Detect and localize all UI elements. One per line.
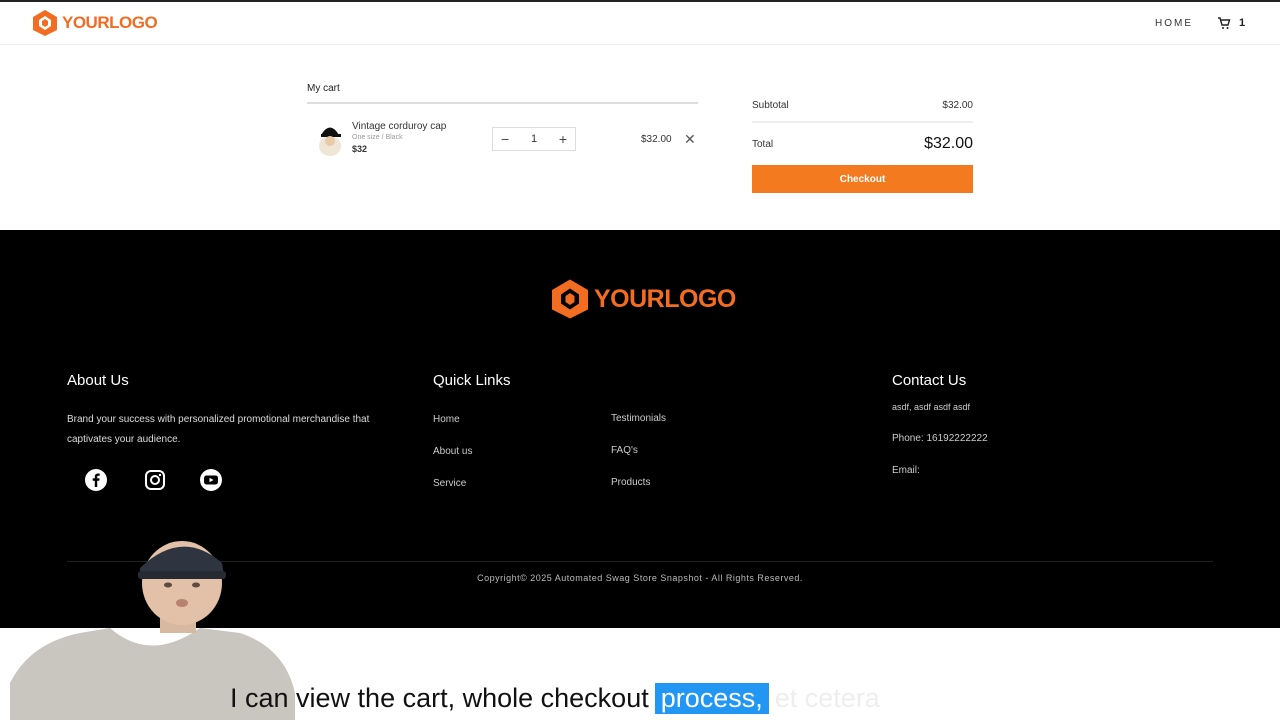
footer-link-home[interactable]: Home <box>433 414 460 425</box>
footer-link-products[interactable]: Products <box>611 477 650 488</box>
cart-item-line-total: $32.00 <box>641 134 672 145</box>
total-row: Total $32.00 <box>752 135 973 153</box>
contact-phone: Phone: 16192222222 <box>892 433 988 444</box>
contact-address: asdf, asdf asdf asdf <box>892 402 971 412</box>
cart-icon <box>1218 17 1231 29</box>
quantity-stepper: − 1 + <box>492 127 576 151</box>
cart-title: My cart <box>307 83 340 94</box>
caption-highlight-word: process, <box>654 682 769 714</box>
subtotal-row: Subtotal $32.00 <box>752 100 973 111</box>
footer-link-testimonials[interactable]: Testimonials <box>611 413 666 424</box>
total-value: $32.00 <box>924 135 973 152</box>
caption-text: I can view the cart, whole checkout <box>230 682 649 713</box>
video-caption: I can view the cart, whole checkout proc… <box>230 680 880 716</box>
facebook-icon[interactable] <box>84 468 108 492</box>
instagram-icon[interactable] <box>143 468 167 492</box>
contact-email: Email: <box>892 465 920 476</box>
cart-divider <box>307 102 698 104</box>
cart-item-variant: One size / Black <box>352 134 403 141</box>
footer-link-service[interactable]: Service <box>433 478 466 489</box>
minus-icon[interactable]: − <box>501 131 509 147</box>
footer-link-faqs[interactable]: FAQ's <box>611 445 638 456</box>
total-label: Total <box>752 138 774 150</box>
header-logo[interactable]: YOURLOGO <box>32 9 158 37</box>
about-us-heading: About Us <box>67 372 129 389</box>
quantity-value[interactable]: 1 <box>531 133 537 145</box>
quick-links-heading: Quick Links <box>433 372 511 389</box>
cart-item-price: $32 <box>352 144 368 154</box>
subtotal-value: $32.00 <box>942 100 973 111</box>
product-thumbnail[interactable] <box>312 118 348 158</box>
youtube-icon[interactable] <box>199 468 223 492</box>
site-header: YOURLOGO HOME 1 <box>0 0 1280 45</box>
nav-home-link[interactable]: HOME <box>1155 18 1193 29</box>
footer-link-about-us[interactable]: About us <box>433 446 472 457</box>
cart-item-name[interactable]: Vintage corduroy cap <box>352 121 446 132</box>
cart-count-badge: 1 <box>1239 17 1246 29</box>
footer-logo-text: YOURLOGO <box>594 284 736 313</box>
logo-text: YOURLOGO <box>62 13 158 32</box>
header-cart-button[interactable]: 1 <box>1217 16 1245 30</box>
contact-us-heading: Contact Us <box>892 372 967 389</box>
caption-upcoming-text: et cetera <box>774 682 880 713</box>
footer-logo[interactable]: YOURLOGO <box>550 278 736 320</box>
subtotal-label: Subtotal <box>752 100 789 111</box>
close-icon[interactable]: ✕ <box>684 131 696 148</box>
summary-divider <box>752 121 973 123</box>
hexagon-logo-icon <box>552 279 588 319</box>
about-us-text: Brand your success with personalized pro… <box>67 414 370 445</box>
hexagon-logo-icon <box>33 10 57 36</box>
plus-icon[interactable]: + <box>559 131 567 147</box>
checkout-button[interactable]: Checkout <box>752 165 973 193</box>
